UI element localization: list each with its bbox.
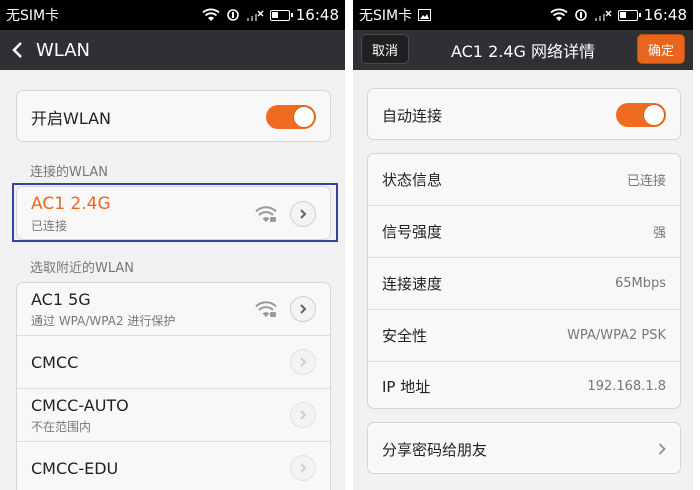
network-name: CMCC [31,352,79,372]
detail-value: 65Mbps [614,276,666,291]
detail-row-speed: 连接速度 65Mbps [368,258,680,309]
page-title: AC1 2.4G 网络详情 [450,42,596,61]
status-bar: 无SIM卡 16:48 [353,0,693,30]
network-name: AC1 5G [31,289,91,309]
switch-knob [643,104,665,126]
image-notification-icon [418,9,432,21]
share-password-label: 分享密码给朋友 [382,440,488,459]
battery-icon [617,9,641,21]
detail-value: WPA/WPA2 PSK [567,328,666,343]
auto-connect-label: 自动连接 [382,106,443,125]
list-item[interactable]: CMCC [17,336,330,388]
wlan-settings-screen: 无SIM卡 16:48 WLAN 开启WLAN 连接的WLAN AC1 2.4G… [0,0,345,490]
chevron-right-icon [300,463,307,473]
chevron-right-icon [658,443,666,455]
network-range-status: 不在范围内 [31,419,92,434]
switch-knob [293,106,315,128]
network-name: CMCC-EDU [31,458,119,478]
wlan-toggle-row[interactable]: 开启WLAN [17,91,330,143]
share-password-row[interactable]: 分享密码给朋友 [368,423,680,475]
share-password-card: 分享密码给朋友 [367,422,681,474]
nearby-section-label: 选取附近的WLAN [30,261,135,276]
list-item[interactable]: CMCC-EDU [17,442,330,490]
network-details-card: 状态信息 已连接 信号强度 强 连接速度 65Mbps 安全性 WPA/WPA2… [367,153,681,409]
sync-status-icon [574,9,587,21]
selection-highlight [12,183,338,242]
detail-row-signal: 信号强度 强 [368,206,680,257]
wifi-status-icon [550,8,568,21]
detail-row-status: 状态信息 已连接 [368,154,680,205]
chevron-right-icon [300,304,307,314]
confirm-button[interactable]: 确定 [637,34,685,64]
network-detail-button[interactable] [290,402,316,428]
detail-label: IP 地址 [382,377,431,396]
detail-value: 已连接 [626,174,666,189]
wlan-toggle-label: 开启WLAN [31,109,112,128]
detail-row-ip: IP 地址 192.168.1.8 [368,362,680,410]
back-button[interactable] [0,30,36,70]
clock: 16:48 [295,6,339,24]
nearby-network-list: AC1 5G 通过 WPA/WPA2 进行保护 CMCC CMCC-AUTO 不… [16,282,331,490]
back-arrow-icon [12,42,22,58]
auto-connect-switch[interactable] [616,103,666,127]
connected-section-label: 连接的WLAN [30,165,109,180]
wifi-status-icon [202,8,220,21]
auto-connect-row[interactable]: 自动连接 [368,89,680,141]
battery-icon [269,9,293,21]
status-bar: 无SIM卡 16:48 [0,0,345,30]
carrier-text: 无SIM卡 [6,8,60,24]
network-detail-screen: 无SIM卡 16:48 取消 AC1 2.4G 网络详情 确定 自动连接 状态信… [353,0,693,490]
detail-label: 信号强度 [382,223,443,241]
network-detail-button[interactable] [290,296,316,322]
wlan-toggle-card: 开启WLAN [16,90,331,142]
chevron-right-icon [300,357,307,367]
detail-value: 192.168.1.8 [587,378,666,394]
cancel-button[interactable]: 取消 [361,34,409,64]
network-name: CMCC-AUTO [31,395,129,415]
detail-value: 强 [652,226,666,241]
wifi-lock-icon [255,301,277,317]
wlan-switch[interactable] [266,105,316,129]
carrier-text: 无SIM卡 [359,8,413,24]
title-bar: WLAN [0,30,345,70]
network-security: 通过 WPA/WPA2 进行保护 [31,313,176,328]
clock: 16:48 [643,6,687,24]
auto-connect-card: 自动连接 [367,88,681,140]
signal-off-icon [594,10,612,21]
signal-off-icon [246,10,264,21]
detail-label: 安全性 [382,327,428,345]
detail-label: 状态信息 [382,171,443,189]
network-detail-button[interactable] [290,349,316,375]
list-item[interactable]: AC1 5G 通过 WPA/WPA2 进行保护 [17,283,330,335]
detail-label: 连接速度 [382,275,443,293]
chevron-right-icon [300,410,307,420]
network-detail-button[interactable] [290,455,316,481]
sync-status-icon [226,9,239,21]
list-item[interactable]: CMCC-AUTO 不在范围内 [17,389,330,441]
detail-row-security: 安全性 WPA/WPA2 PSK [368,310,680,361]
page-title: WLAN [36,39,91,61]
